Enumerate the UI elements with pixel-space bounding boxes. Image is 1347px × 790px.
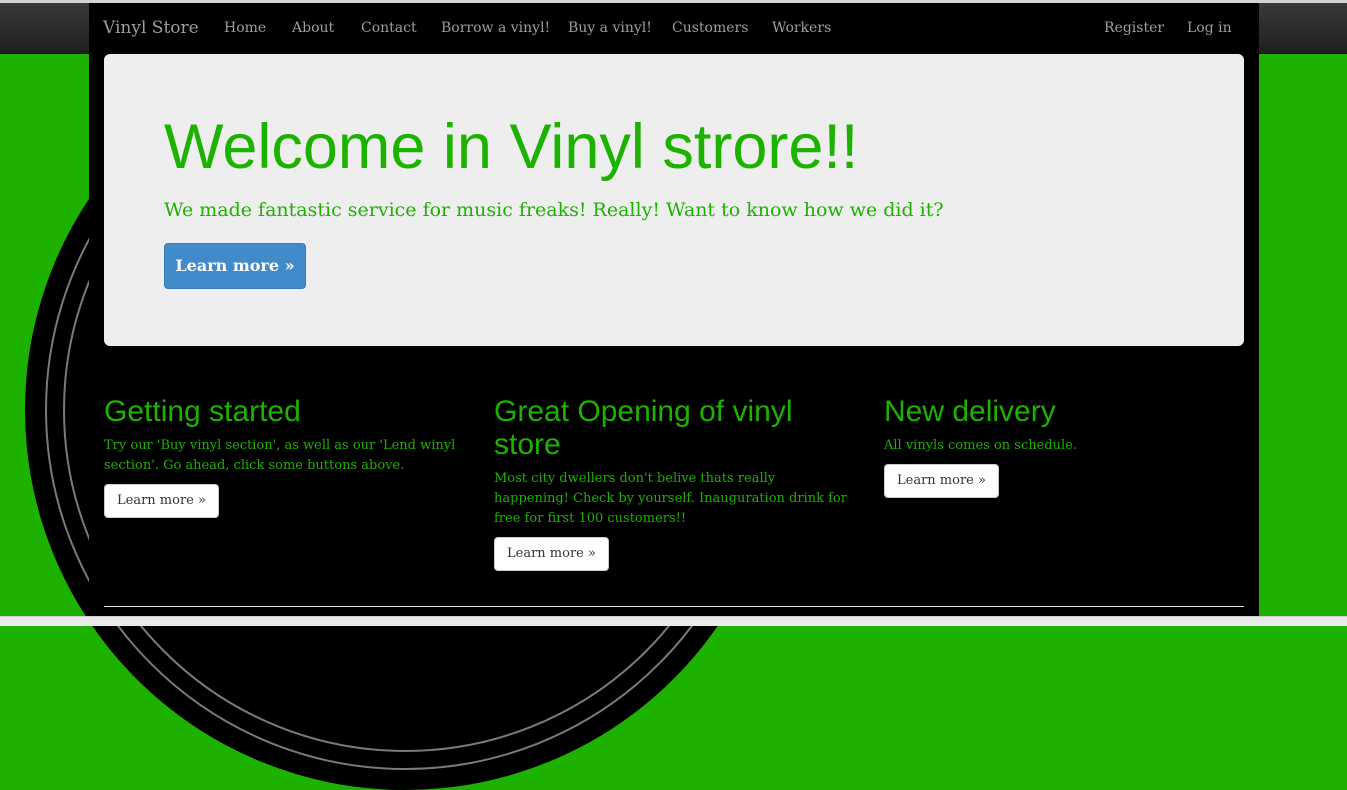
column-text: Most city dwellers don't belive thats re… xyxy=(494,471,847,526)
nav-link-buy-vinyl[interactable]: Buy a vinyl! xyxy=(568,20,652,36)
navbar-brand[interactable]: Vinyl Store xyxy=(103,18,199,38)
nav-link-customers[interactable]: Customers xyxy=(672,20,748,36)
feature-column-great-opening: Great Opening of vinyl store Most city d… xyxy=(494,395,854,571)
column-text: All vinyls comes on schedule. xyxy=(884,438,1077,453)
jumbotron-subtitle: We made fantastic service for music frea… xyxy=(164,199,944,221)
column-heading: Great Opening of vinyl store xyxy=(494,395,793,461)
getting-started-learn-more-button[interactable]: Learn more » xyxy=(104,484,219,518)
nav-link-home[interactable]: Home xyxy=(224,20,266,36)
nav-link-workers[interactable]: Workers xyxy=(772,20,831,36)
nav-link-contact[interactable]: Contact xyxy=(361,20,417,36)
column-heading: Getting started xyxy=(104,395,301,428)
main-container: Vinyl Store Home About Contact Borrow a … xyxy=(89,3,1259,616)
page-title: Welcome in Vinyl strore!! xyxy=(164,112,859,182)
navbar: Vinyl Store Home About Contact Borrow a … xyxy=(89,3,1259,53)
new-delivery-learn-more-button[interactable]: Learn more » xyxy=(884,464,999,498)
feature-column-getting-started: Getting started Try our 'Buy vinyl secti… xyxy=(104,395,464,518)
column-text: Try our 'Buy vinyl section', as well as … xyxy=(104,438,456,473)
jumbotron-learn-more-button[interactable]: Learn more » xyxy=(164,243,306,289)
nav-link-about[interactable]: About xyxy=(292,20,334,36)
nav-link-register[interactable]: Register xyxy=(1104,20,1164,36)
feature-column-new-delivery: New delivery All vinyls comes on schedul… xyxy=(884,395,1244,498)
jumbotron: Welcome in Vinyl strore!! We made fantas… xyxy=(104,54,1244,346)
nav-link-borrow-vinyl[interactable]: Borrow a vinyl! xyxy=(441,20,550,36)
nav-link-login[interactable]: Log in xyxy=(1187,20,1232,36)
column-heading: New delivery xyxy=(884,395,1056,428)
footer-divider xyxy=(104,606,1244,607)
great-opening-learn-more-button[interactable]: Learn more » xyxy=(494,537,609,571)
